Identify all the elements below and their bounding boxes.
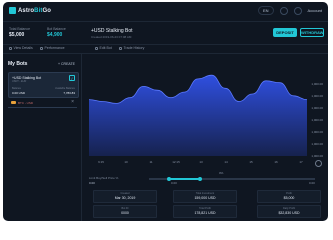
avatar-icon[interactable] <box>293 6 302 15</box>
divider <box>8 107 77 108</box>
close-icon[interactable]: × <box>71 99 74 105</box>
bot-list-item[interactable]: BTC - USD × <box>8 99 77 107</box>
stat-total-investment: Total Investment 159,000 USD <box>173 190 237 203</box>
bot-card-right-value: 7,783.83 <box>63 91 75 95</box>
chart-icon <box>40 46 43 50</box>
edit-icon <box>95 46 98 50</box>
x-tick-label: 11 <box>149 160 153 164</box>
x-tick-label: 15 <box>249 160 253 164</box>
history-icon <box>119 46 122 50</box>
y-tick-label: 1,000.00 <box>311 118 323 122</box>
chart-area <box>89 74 307 156</box>
stat-value: $5,000 <box>283 196 295 200</box>
total-balance: Total Balance $5,000 <box>9 27 30 38</box>
bot-title: +USD Stalking Bot <box>91 28 133 34</box>
bot-balance: Bot Balance $4,900 <box>47 27 66 38</box>
range-top-value: 0% <box>219 171 224 175</box>
nav-label: Edit Bot <box>99 46 112 50</box>
bot-nav: View Details Performance Edit Bot Trade … <box>3 44 328 54</box>
range-tick-left: 0.00 <box>171 181 177 185</box>
stat-label: Total Profit <box>199 207 211 210</box>
bot-card-left-value: 0.00 USD <box>12 91 26 95</box>
performance-chart: 1,000.00 1,000.00 1,000.00 1,000.00 1,000.00… <box>89 56 325 167</box>
y-axis-labels: 1,000.00 1,000.00 1,000.00 1,000.00 1,000.00… <box>303 56 323 158</box>
y-tick-label: 1,000.00 <box>311 142 323 146</box>
x-tick-label: 12:15 <box>172 160 180 164</box>
flag-icon <box>11 101 16 104</box>
nav-label: Trade History <box>123 46 145 50</box>
stat-bot-id: Bot ID 0000 <box>93 205 157 218</box>
stat-label: Created <box>120 192 130 195</box>
nav-performance[interactable]: Performance <box>40 46 65 50</box>
stat-profit: Profit $5,000 <box>257 190 321 203</box>
y-tick-label: 1,000.00 <box>311 154 323 158</box>
x-tick-label: 10 <box>124 160 128 164</box>
y-tick-label: 1,000.00 <box>311 106 323 110</box>
range-fill <box>168 178 201 180</box>
range-value: 0.00 <box>89 181 95 185</box>
app-logo[interactable]: AstroBitGo <box>9 7 51 14</box>
y-tick-label: 1,000.00 <box>311 130 323 134</box>
x-tick-label: 17 <box>299 160 303 164</box>
nav-view-details[interactable]: View Details <box>9 46 33 50</box>
stat-created: Created Mar 30, 2019 <box>93 190 157 203</box>
stat-value: Mar 30, 2019 <box>114 196 136 200</box>
bot-balance-value: $4,900 <box>47 32 63 38</box>
y-tick-label: 1,000.00 <box>311 82 323 86</box>
x-tick-label: 16 <box>274 160 278 164</box>
withdraw-button[interactable]: WITHDRAW <box>300 28 324 37</box>
nav-label: View Details <box>13 46 33 50</box>
stat-label: Profit <box>286 192 292 195</box>
stat-value: 159,000 USD <box>194 196 216 200</box>
bot-card[interactable]: +USD Stalking Bot USDT - EUR ✓ Balance 0… <box>8 72 79 98</box>
x-tick-label: 13 <box>199 160 203 164</box>
stat-value: $32,830 USD <box>278 211 300 215</box>
logo-text: AstroBitGo <box>18 7 52 14</box>
bell-icon[interactable] <box>279 6 288 15</box>
reset-zoom-icon[interactable] <box>315 160 322 167</box>
chart-area-fill <box>89 75 307 156</box>
bot-list-item-name: BTC - USD <box>18 100 33 105</box>
nav-trade-history[interactable]: Trade History <box>119 46 144 50</box>
total-balance-value: $5,000 <box>9 32 25 38</box>
balance-row: Total Balance $5,000 Bot Balance $4,900 … <box>3 21 328 45</box>
x-tick-label: 14 <box>224 160 228 164</box>
sidebar-title: My Bots <box>8 61 28 67</box>
app-window: AstroBitGo EN Account Total Balance $5,0… <box>3 2 328 221</box>
stat-label: Daily Profit <box>282 207 296 210</box>
stat-label: Bot ID <box>121 207 129 210</box>
limit-range-slider[interactable]: Limit Buy/Sell Price % 0.00 0% 0.00 0.00 <box>89 171 325 186</box>
total-balance-label: Total Balance <box>9 27 31 31</box>
logo-icon <box>9 7 16 14</box>
create-bot-button[interactable]: + CREATE <box>58 62 75 66</box>
bot-stats: Created Mar 30, 2019 Total Investment 159,… <box>93 190 323 218</box>
stat-value: 0000 <box>121 211 129 215</box>
bot-card-left-label: Balance <box>12 87 22 90</box>
bot-card-pair: USDT - EUR <box>12 80 27 83</box>
eye-icon <box>9 46 12 50</box>
deposit-button[interactable]: DEPOSIT <box>273 28 297 37</box>
bot-subtitle: Created 2019-06-23 07:08 AM <box>91 35 132 39</box>
check-icon[interactable]: ✓ <box>69 75 75 81</box>
range-label: Limit Buy/Sell Price % <box>89 176 119 180</box>
x-axis-labels: 9:15 10 11 12:15 13 14 15 16 17 <box>89 160 307 166</box>
language-selector[interactable]: EN <box>257 6 274 15</box>
y-tick-label: 1,000.00 <box>311 94 323 98</box>
x-tick-label: 9:15 <box>98 160 104 164</box>
bot-balance-label: Bot Balance <box>47 27 66 31</box>
bot-card-right-label: Available Balance <box>55 87 75 90</box>
range-tick-right: 0.00 <box>309 181 315 185</box>
stat-total-profit: Total Profit 178,821 USD <box>173 205 237 218</box>
stat-label: Total Investment <box>195 192 215 195</box>
range-thumb-left[interactable] <box>166 176 171 181</box>
top-bar: AstroBitGo EN Account <box>3 2 328 22</box>
stat-value: 178,821 USD <box>194 211 216 215</box>
stat-daily-profit: Daily Profit $32,830 USD <box>257 205 321 218</box>
nav-edit-bot[interactable]: Edit Bot <box>95 46 112 50</box>
sidebar: My Bots + CREATE +USD Stalking Bot USDT … <box>3 54 82 221</box>
account-menu[interactable]: Account <box>308 8 322 13</box>
nav-label: Performance <box>44 46 65 50</box>
